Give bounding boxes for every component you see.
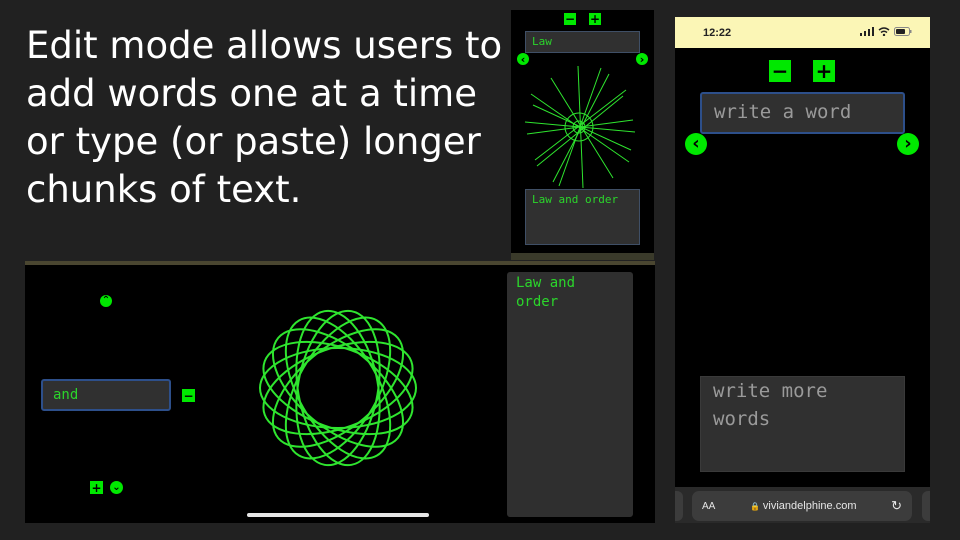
text-panel-value: Law and order <box>516 275 576 310</box>
text-area[interactable]: write more words <box>700 376 905 472</box>
next-arrow-icon[interactable]: › <box>897 133 919 155</box>
word-input-placeholder: write a word <box>714 101 852 123</box>
home-indicator <box>247 513 429 517</box>
desktop-screenshot: − + Law ‹ › Law and order <box>511 10 654 260</box>
reader-text-size-button[interactable]: AA <box>702 501 715 512</box>
word-input[interactable]: write a word <box>700 92 905 134</box>
address-bar[interactable]: AA 🔒 viviandelphine.com ↻ <box>692 491 912 521</box>
add-word-button[interactable]: + <box>813 60 835 82</box>
remove-word-button[interactable]: − <box>769 60 791 82</box>
text-area-placeholder: write more words <box>713 380 828 430</box>
battery-icon <box>894 27 912 36</box>
text-panel[interactable]: Law and order <box>507 272 633 517</box>
rosette-shape <box>259 309 417 467</box>
status-icons <box>860 27 912 36</box>
url-display[interactable]: 🔒 viviandelphine.com <box>750 500 857 512</box>
url-text: viviandelphine.com <box>762 500 857 512</box>
previous-tab-edge[interactable] <box>675 491 683 521</box>
text-area-value: Law and order <box>532 193 619 206</box>
signal-icon <box>860 27 874 36</box>
headline: Edit mode allows users to add words one … <box>26 24 503 211</box>
window-bottom-strip <box>511 253 654 260</box>
previous-arrow-icon[interactable]: ‹ <box>685 133 707 155</box>
status-time: 12:22 <box>703 27 732 39</box>
text-area[interactable]: Law and order <box>525 189 640 245</box>
spiky-star-shape <box>524 65 636 189</box>
wifi-icon <box>878 27 890 36</box>
reload-icon[interactable]: ↻ <box>891 498 902 514</box>
tablet-screenshot: ⌃ and − + ⌄ Law and order <box>25 261 655 523</box>
phone-screenshot: 12:22 − + write a word ‹ › write more wo… <box>675 17 930 523</box>
next-tab-edge[interactable] <box>922 491 930 521</box>
lock-icon: 🔒 <box>749 501 760 511</box>
